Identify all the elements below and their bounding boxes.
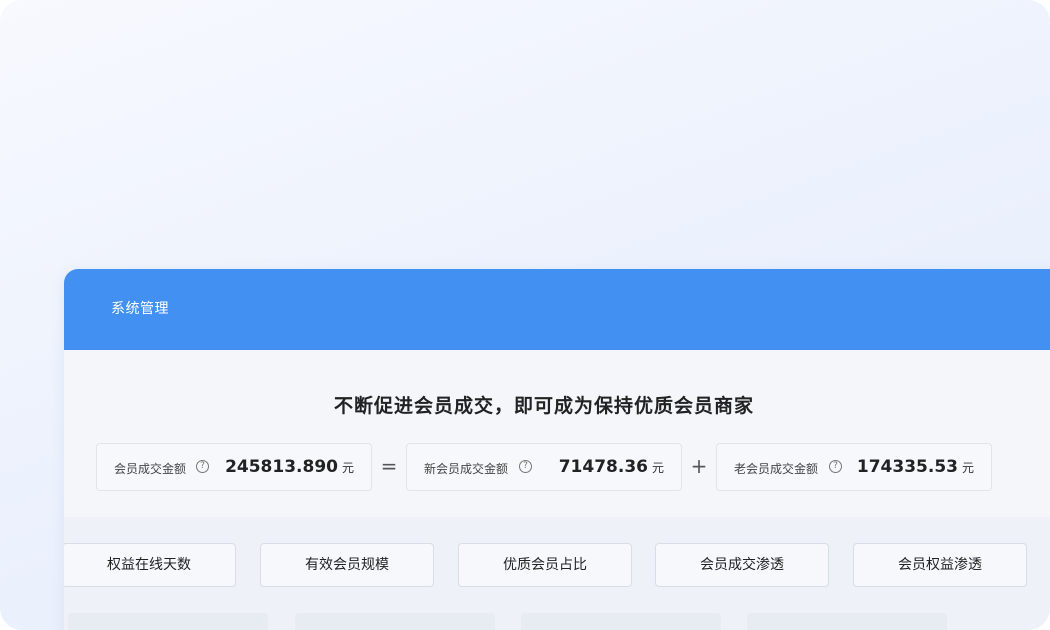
metric-old-member-sales: 老会员成交金额 ? 174335.53 元 bbox=[716, 443, 992, 491]
headline: 不断促进会员成交，即可成为保持优质会员商家 bbox=[333, 395, 754, 417]
tab-member-rights-penetration[interactable]: 会员权益渗透 bbox=[853, 543, 1027, 587]
tab-effective-member-scale[interactable]: 有效会员规模 bbox=[260, 543, 434, 587]
app-frame: 系统管理 不断促进会员成交，即可成为保持优质会员商家 会员成交金额 ? 2458… bbox=[0, 0, 1050, 630]
tab-member-sales-penetration[interactable]: 会员成交渗透 bbox=[655, 543, 829, 587]
card-placeholder bbox=[68, 613, 268, 630]
help-icon[interactable]: ? bbox=[829, 460, 842, 473]
metric-new-member-sales: 新会员成交金额 ? 71478.36 元 bbox=[406, 443, 682, 491]
card-placeholder bbox=[747, 613, 947, 630]
metric-value: 245813.890 元 bbox=[225, 457, 354, 477]
metric-value: 71478.36 元 bbox=[558, 457, 664, 477]
metric-value: 174335.53 元 bbox=[856, 457, 974, 477]
help-icon[interactable]: ? bbox=[196, 460, 209, 473]
tab-rights-online-days[interactable]: 权益在线天数 bbox=[64, 543, 236, 587]
metric-label: 新会员成交金额 bbox=[424, 462, 509, 476]
metric-total-member-sales: 会员成交金额 ? 245813.890 元 bbox=[96, 443, 372, 491]
help-icon[interactable]: ? bbox=[519, 460, 532, 473]
card-placeholder bbox=[295, 613, 495, 630]
metric-label: 会员成交金额 bbox=[114, 462, 187, 476]
metric-label: 老会员成交金额 bbox=[734, 462, 819, 476]
card-placeholder bbox=[521, 613, 721, 630]
equals-sign: = bbox=[380, 454, 398, 478]
tab-quality-member-ratio[interactable]: 优质会员占比 bbox=[458, 543, 632, 587]
plus-sign: + bbox=[690, 454, 708, 478]
header-bar: 系统管理 bbox=[64, 269, 1050, 350]
main-panel: 系统管理 不断促进会员成交，即可成为保持优质会员商家 会员成交金额 ? 2458… bbox=[64, 269, 1050, 630]
header-title: 系统管理 bbox=[111, 301, 169, 317]
